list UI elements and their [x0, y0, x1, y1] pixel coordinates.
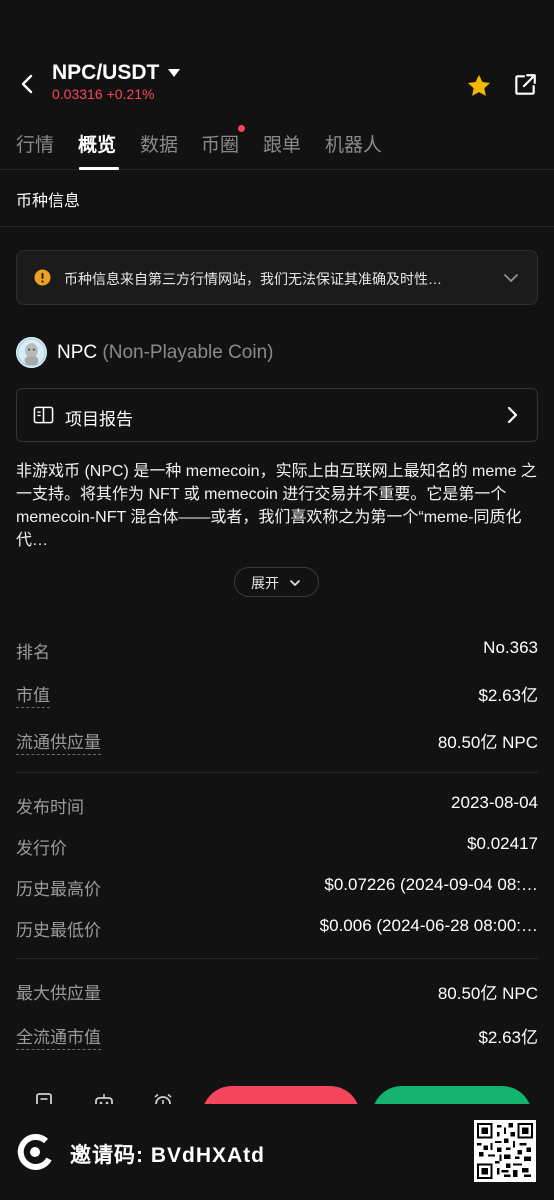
stat-launch-date: 发布时间 2023-08-04: [16, 793, 538, 819]
section-title: 币种信息: [16, 193, 81, 210]
tab-data[interactable]: 数据: [140, 130, 178, 157]
stat-all-time-high: 历史最高价 $0.07226 (2024-09-04 08:…: [16, 875, 538, 901]
coin-name: NPC (Non-Playable Coin): [57, 342, 273, 364]
notice-text: 币种信息来自第三方行情网站，我们无法保证其准确及时性…: [64, 271, 442, 287]
invite-banner: 邀请码: BVdHXAtd: [0, 1104, 554, 1200]
tab-badge-dot: [238, 125, 245, 132]
stat-fully-diluted-cap[interactable]: 全流通市值 $2.63亿: [16, 1023, 538, 1050]
stat-value: $0.02417: [467, 834, 538, 853]
chevron-down-icon: [290, 580, 300, 586]
chevron-right-icon: [507, 406, 518, 424]
stat-value: $2.63亿: [478, 1028, 538, 1047]
stat-value: 2023-08-04: [451, 793, 538, 812]
stat-value: $0.07226 (2024-09-04 08:…: [324, 875, 538, 894]
stat-label: 历史最低价: [16, 921, 101, 940]
expand-label: 展开: [251, 575, 279, 591]
stat-market-cap[interactable]: 市值 $2.63亿: [16, 681, 538, 708]
tab-bar: 行情 概览 数据 币圈 跟单 机器人: [0, 122, 554, 170]
divider: [16, 772, 538, 773]
coin-full-name: (Non-Playable Coin): [102, 342, 274, 363]
stat-rank: 排名 No.363: [16, 638, 538, 664]
book-icon: [33, 406, 54, 424]
disclaimer-notice[interactable]: 币种信息来自第三方行情网站，我们无法保证其准确及时性…: [16, 250, 538, 305]
project-report-button[interactable]: 项目报告: [16, 388, 538, 442]
stat-all-time-low: 历史最低价 $0.006 (2024-06-28 08:00:…: [16, 916, 538, 942]
stat-label: 最大供应量: [16, 984, 101, 1003]
invite-code: 邀请码: BVdHXAtd: [70, 1144, 265, 1167]
header-bar: NPC/USDT 0.03316 +0.21%: [0, 50, 554, 116]
divider: [0, 226, 554, 227]
stat-label: 历史最高价: [16, 880, 101, 899]
stat-label[interactable]: 全流通市值: [16, 1023, 101, 1050]
stat-value: $2.63亿: [478, 686, 538, 705]
warning-icon: [34, 269, 51, 286]
divider: [16, 958, 538, 959]
chevron-left-icon[interactable]: [16, 72, 40, 96]
star-icon[interactable]: [465, 72, 493, 100]
caret-down-icon[interactable]: [167, 67, 181, 79]
tab-overview[interactable]: 概览: [78, 130, 116, 157]
stat-label: 发行价: [16, 839, 67, 858]
brand-logo-icon: [17, 1134, 52, 1170]
report-label: 项目报告: [65, 410, 133, 429]
stat-max-supply: 最大供应量 80.50亿 NPC: [16, 979, 538, 1005]
tab-market[interactable]: 行情: [16, 130, 54, 157]
last-price: 0.03316: [52, 86, 103, 102]
stat-value: No.363: [483, 638, 538, 657]
tab-active-indicator: [79, 167, 119, 170]
qr-code: [474, 1120, 536, 1182]
chevron-down-icon[interactable]: [503, 270, 519, 286]
tab-bots[interactable]: 机器人: [325, 130, 382, 157]
pair-title[interactable]: NPC/USDT: [52, 61, 159, 85]
stat-issue-price: 发行价 $0.02417: [16, 834, 538, 860]
price-line: 0.03316 +0.21%: [52, 86, 158, 102]
stat-label: 排名: [16, 643, 50, 662]
tab-community[interactable]: 币圈: [201, 130, 239, 157]
expand-button[interactable]: 展开: [234, 567, 319, 597]
coin-logo: [16, 337, 47, 368]
stat-label: 发布时间: [16, 798, 84, 817]
coin-symbol: NPC: [57, 342, 98, 363]
coin-description: 非游戏币 (NPC) 是一种 memecoin，实际上由互联网上最知名的 mem…: [16, 463, 537, 549]
price-change: +0.21%: [106, 86, 155, 102]
stat-circulating-supply[interactable]: 流通供应量 80.50亿 NPC: [16, 728, 538, 755]
stat-label[interactable]: 市值: [16, 681, 50, 708]
stat-value: 80.50亿 NPC: [437, 984, 538, 1003]
tab-copy-trade[interactable]: 跟单: [263, 130, 301, 157]
share-icon[interactable]: [512, 72, 538, 98]
stat-value: 80.50亿 NPC: [437, 733, 538, 752]
stat-value: $0.006 (2024-06-28 08:00:…: [319, 916, 538, 935]
stat-label[interactable]: 流通供应量: [16, 728, 101, 755]
